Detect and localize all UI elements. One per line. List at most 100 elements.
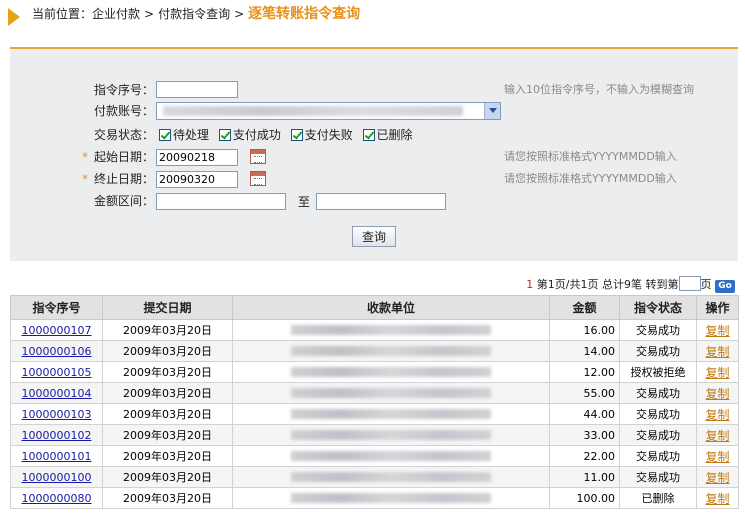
checkbox-checked-icon[interactable] [159,129,171,141]
payee-cell [232,319,550,341]
amount-from-input[interactable] [156,193,286,210]
amount-to-input[interactable] [316,193,446,210]
copy-link[interactable]: 复制 [705,366,729,380]
seq-link[interactable]: 1000000080 [22,492,92,505]
calendar-icon[interactable] [250,171,266,186]
payee-redacted [291,325,491,335]
payee-redacted [291,346,491,356]
date-cell: 2009年03月20日 [102,319,233,341]
payee-redacted [291,388,491,398]
date-cell: 2009年03月20日 [102,424,233,446]
payee-cell [232,403,550,425]
seq-link[interactable]: 1000000101 [22,450,92,463]
status-checkbox-group: 待处理 支付成功 支付失败 已删除 [159,125,419,145]
table-row: 1000000105 2009年03月20日 12.00 授权被拒绝 复制 [10,361,739,383]
calendar-icon[interactable] [250,149,266,164]
copy-link[interactable]: 复制 [705,408,729,422]
payee-cell [232,487,550,509]
table-row: 1000000080 2009年03月20日 100.00 已删除 复制 [10,487,739,509]
start-date-label: 起始日期： [93,150,154,164]
copy-link[interactable]: 复制 [705,429,729,443]
table-row: 1000000107 2009年03月20日 16.00 交易成功 复制 [10,319,739,341]
goto-page-input[interactable] [678,276,701,291]
payee-redacted [291,493,491,503]
seq-link[interactable]: 1000000100 [22,471,92,484]
end-date-label: 终止日期： [93,172,154,186]
amount-cell: 14.00 [549,340,620,362]
payee-redacted [291,430,491,440]
checkbox-checked-icon[interactable] [362,129,375,141]
go-button[interactable]: Go [715,280,735,293]
date-cell: 2009年03月20日 [102,361,233,383]
pager-goto-prefix: 转到第 [645,278,679,291]
copy-link[interactable]: 复制 [705,471,729,485]
end-date-input[interactable] [156,171,238,188]
date-cell: 2009年03月20日 [102,445,233,467]
chevron-down-icon[interactable] [484,103,500,119]
column-header-seq: 指令序号 [10,295,103,320]
copy-link[interactable]: 复制 [705,345,729,359]
query-button[interactable]: 查询 [352,226,396,247]
table-row: 1000000102 2009年03月20日 33.00 交易成功 复制 [10,424,739,446]
amount-cell: 100.00 [549,487,620,509]
seq-link[interactable]: 1000000107 [22,324,92,337]
copy-link[interactable]: 复制 [705,450,729,464]
account-value-redacted [163,106,463,116]
status-cell: 交易成功 [619,319,697,341]
date-cell: 2009年03月20日 [102,466,233,488]
breadcrumb-item-query[interactable]: 付款指令查询 [158,7,230,21]
amount-cell: 33.00 [549,424,620,446]
account-label: 付款账号： [93,104,154,118]
column-header-status: 指令状态 [619,295,697,320]
copy-link[interactable]: 复制 [705,324,729,338]
date-cell: 2009年03月20日 [102,487,233,509]
breadcrumb-item-payment[interactable]: 企业付款 [92,7,140,21]
payee-cell [232,445,550,467]
breadcrumb: 当前位置：企业付款 > 付款指令查询 > 逐笔转账指令查询 [0,0,745,34]
status-cell: 交易成功 [619,382,697,404]
payee-redacted [291,409,491,419]
table-header-row: 指令序号 提交日期 收款单位 金额 指令状态 操作 [10,295,739,320]
seq-hint: 输入10位指令序号，不输入为模糊查询 [504,83,694,96]
pager-goto-suffix: 页 [700,278,712,291]
breadcrumb-separator: > [144,7,155,21]
pager-total: 总计9笔 [602,278,642,291]
date-cell: 2009年03月20日 [102,382,233,404]
copy-link[interactable]: 复制 [705,387,729,401]
column-header-payee: 收款单位 [232,295,550,320]
seq-input[interactable] [156,81,238,98]
payee-cell [232,361,550,383]
start-date-input[interactable] [156,149,238,166]
seq-link[interactable]: 1000000102 [22,429,92,442]
table-row: 1000000103 2009年03月20日 44.00 交易成功 复制 [10,403,739,425]
checkbox-checked-icon[interactable] [218,129,231,141]
status-option-failed[interactable]: 支付失败 [290,128,353,142]
pager-current-page[interactable]: 1 [526,278,533,291]
status-option-pending[interactable]: 待处理 [159,128,209,142]
amount-cell: 12.00 [549,361,620,383]
seq-link[interactable]: 1000000105 [22,366,92,379]
account-select[interactable] [156,102,501,120]
seq-link[interactable]: 1000000106 [22,345,92,358]
status-option-deleted[interactable]: 已删除 [362,128,413,142]
payee-redacted [291,451,491,461]
column-header-action: 操作 [696,295,739,320]
seq-label: 指令序号： [93,83,154,97]
required-mark: * [82,172,88,186]
page-title: 逐笔转账指令查询 [248,6,361,22]
status-cell: 交易成功 [619,466,697,488]
payee-cell [232,382,550,404]
column-header-amount: 金额 [549,295,620,320]
seq-link[interactable]: 1000000103 [22,408,92,421]
status-option-success[interactable]: 支付成功 [218,128,281,142]
status-cell: 已删除 [619,487,697,509]
seq-link[interactable]: 1000000104 [22,387,92,400]
required-mark: * [82,150,88,164]
copy-link[interactable]: 复制 [705,492,729,506]
status-cell: 交易成功 [619,403,697,425]
checkbox-checked-icon[interactable] [290,129,303,141]
amount-cell: 55.00 [549,382,620,404]
breadcrumb-prefix: 当前位置： [32,7,93,21]
amount-cell: 16.00 [549,319,620,341]
status-cell: 交易成功 [619,445,697,467]
